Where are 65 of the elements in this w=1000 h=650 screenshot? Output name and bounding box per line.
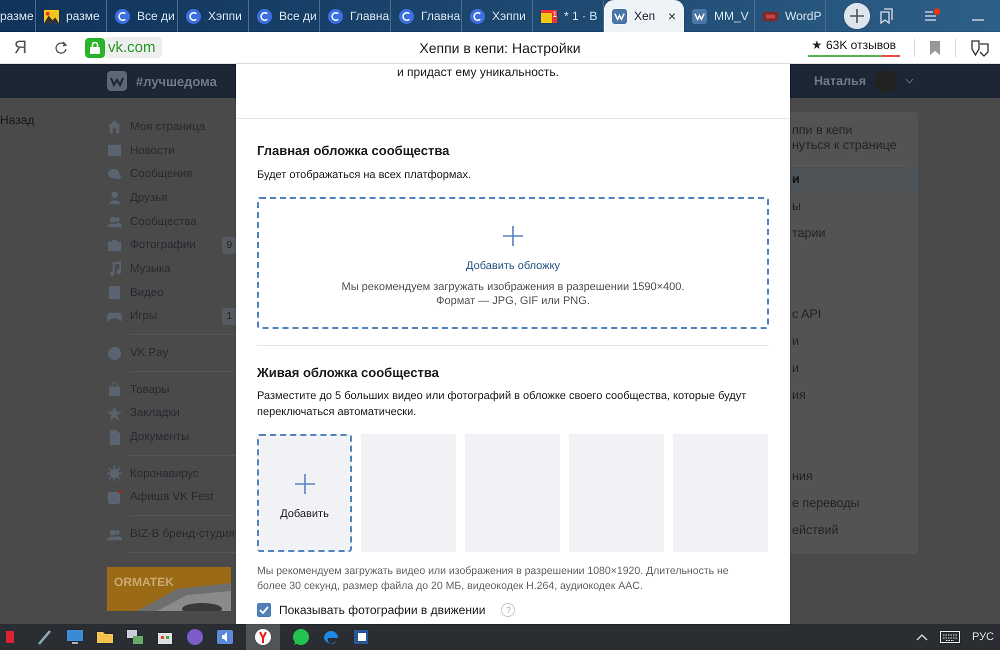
- section-title: Живая обложка сообщества: [257, 365, 440, 380]
- plus-icon: [503, 226, 523, 246]
- people-icon: [107, 214, 122, 230]
- reviews-link[interactable]: ★ 63K отзывов: [808, 38, 900, 57]
- bag-icon: [107, 382, 122, 398]
- help-icon[interactable]: ?: [501, 603, 516, 617]
- reload-icon[interactable]: [54, 40, 68, 54]
- mail-icon: 1: [541, 10, 557, 22]
- section-description: Разместите до 5 больших видео или фотографий в обложке своего сообщества, которые будут переключаться автоматически.: [257, 389, 748, 420]
- hint-text: Формат — JPG, GIF или PNG.: [435, 294, 591, 308]
- document-icon: [107, 430, 122, 445]
- speech-bubble-icon: [107, 166, 122, 182]
- circle-logo-icon: [115, 8, 130, 24]
- browser-logo[interactable]: Я: [14, 37, 44, 58]
- url-field[interactable]: vk.com: [105, 37, 162, 58]
- vk-logo-icon[interactable]: [107, 71, 127, 91]
- add-media-button[interactable]: Добавить: [257, 434, 352, 552]
- user-name[interactable]: Наталья: [814, 74, 866, 88]
- checkbox[interactable]: [257, 603, 271, 617]
- bookmarks-icon[interactable]: [878, 8, 894, 24]
- count-badge: 1: [222, 308, 236, 325]
- lock-icon[interactable]: [85, 38, 105, 58]
- chevron-up-icon[interactable]: [916, 633, 928, 641]
- close-icon[interactable]: ×: [668, 8, 676, 24]
- circle-logo-icon: [328, 8, 343, 24]
- chevron-down-icon[interactable]: [905, 78, 914, 84]
- chat-icon[interactable]: [292, 628, 310, 646]
- plus-icon: [294, 474, 314, 494]
- bookmark-icon[interactable]: [929, 40, 941, 54]
- hashtag-link[interactable]: #лучшедома: [136, 74, 217, 88]
- section-subtitle: Будет отображаться на всех платформах.: [257, 168, 472, 183]
- add-cover-link[interactable]: Добавить обложку: [466, 260, 560, 272]
- browser-icon[interactable]: [246, 624, 280, 650]
- speaker-icon[interactable]: [216, 628, 234, 646]
- virus-icon: [107, 466, 122, 482]
- checkbox-label[interactable]: Показывать фотографии в движении: [279, 603, 486, 617]
- vk-logo-icon: [612, 8, 627, 24]
- star-icon: [107, 406, 122, 421]
- hint-text: Мы рекомендуем загружать изображения в разрешении 1590×400.: [342, 280, 684, 294]
- cover-upload-area[interactable]: Добавить обложку Мы рекомендуем загружать изображения в разрешении 1590×400. Формат — JPG, GIF или PNG.: [257, 197, 769, 329]
- language-indicator[interactable]: РУС: [972, 631, 994, 643]
- monitor-icon[interactable]: [66, 628, 84, 646]
- shield-icon[interactable]: [970, 38, 990, 56]
- upload-note: Мы рекомендуем загружать видео или изображения в разрешении 1080×1920. Длительность не более 30 секунд, размер файла до 20 МБ, видеокодек H.264, аудиокодек AAC.: [257, 564, 730, 594]
- new-tab-button[interactable]: [844, 3, 870, 29]
- ad-brand[interactable]: ORMATEK: [114, 575, 174, 589]
- keyboard-icon[interactable]: [940, 631, 960, 643]
- pen-icon[interactable]: [36, 628, 54, 646]
- house-icon: [107, 119, 122, 134]
- vk-logo-icon: [692, 8, 707, 24]
- browser-tab[interactable]: Хеп ×: [604, 0, 684, 32]
- person-icon: [107, 190, 122, 206]
- camera-icon: [107, 238, 122, 253]
- count-badge: 9: [222, 236, 236, 254]
- circle-logo-icon: [399, 8, 414, 24]
- intro-text: и придаст ему уникальность.: [397, 65, 559, 81]
- circle-logo-icon: [186, 8, 201, 24]
- page-title: Хеппи в кепи: Настройки: [419, 40, 581, 56]
- image-icon: [44, 8, 59, 24]
- music-note-icon: [107, 261, 122, 276]
- circle-logo-icon: [257, 8, 272, 24]
- section-title: Главная обложка сообщества: [257, 143, 450, 158]
- circle-logo-icon: [470, 8, 485, 24]
- document-icon[interactable]: [352, 628, 370, 646]
- network-icon[interactable]: [126, 628, 144, 646]
